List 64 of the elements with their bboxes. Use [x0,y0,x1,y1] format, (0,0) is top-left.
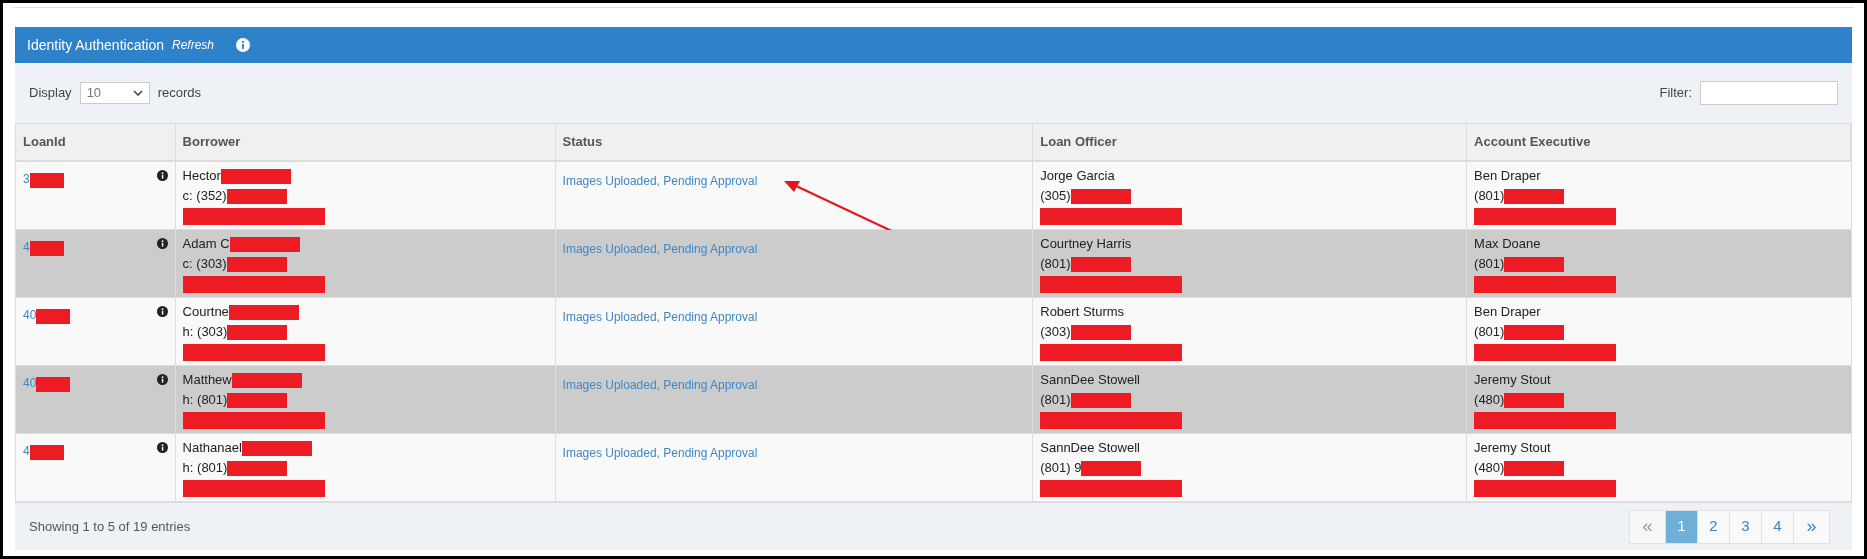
status-link[interactable]: Images Uploaded, Pending Approval [562,378,758,392]
person-name: Adam C [182,235,230,254]
phone-number: (480) [1474,459,1505,478]
loan-id-link[interactable]: 40 [23,306,37,324]
info-icon[interactable] [156,238,168,249]
phone-number: h: (801) [182,391,228,410]
loan-id-link[interactable]: 3 [23,170,30,188]
column-header[interactable]: LoanId [16,124,176,160]
person-name: Max Doane [1474,235,1541,254]
phone-number: (801) [1040,391,1071,410]
records-label: records [157,84,201,103]
phone-number: (480) [1474,391,1505,410]
phone-number: h: (303) [182,323,228,342]
phone-number: (303) [1040,323,1071,342]
info-icon[interactable] [156,306,168,317]
phone-number: (801) 9 [1040,459,1082,478]
column-header[interactable]: Status [555,124,1034,160]
status-link[interactable]: Images Uploaded, Pending Approval [562,310,758,324]
person-name: Ben Draper [1474,303,1541,322]
column-header[interactable]: Account Executive [1467,124,1851,160]
person-name: Courtne [182,303,229,322]
phone-number: (305) [1040,187,1071,206]
phone-number: c: (303) [182,255,227,274]
last-page-button[interactable]: » [1793,509,1830,544]
chevron-down-icon [132,90,143,96]
filter-label: Filter: [1659,84,1692,103]
page-button[interactable]: 2 [1697,509,1730,544]
person-name: Hector [182,167,221,186]
person-name: SannDee Stowell [1040,371,1140,390]
phone-number: c: (352) [182,187,227,206]
page-size-select[interactable]: 10 [79,82,150,104]
person-name: Nathanael [182,439,242,458]
person-name: Matthew [182,371,232,390]
loan-id-link[interactable]: 4 [23,442,30,460]
person-name: Ben Draper [1474,167,1541,186]
phone-number: h: (801) [182,459,228,478]
status-link[interactable]: Images Uploaded, Pending Approval [562,242,758,256]
loan-id-link[interactable]: 40 [23,374,37,392]
person-name: SannDee Stowell [1040,439,1140,458]
info-icon[interactable] [156,374,168,385]
person-name: Jeremy Stout [1474,371,1551,390]
phone-number: (801) [1474,187,1505,206]
status-link[interactable]: Images Uploaded, Pending Approval [562,174,758,188]
page-button[interactable]: 1 [1665,509,1698,544]
person-name: Courtney Harris [1040,235,1132,254]
page-button[interactable]: 4 [1761,509,1794,544]
status-link[interactable]: Images Uploaded, Pending Approval [562,446,758,460]
person-name: Jorge Garcia [1040,167,1115,186]
phone-number: (801) [1474,255,1505,274]
filter-field[interactable] [1700,81,1838,105]
column-header[interactable]: Loan Officer [1033,124,1468,160]
loan-id-link[interactable]: 4 [23,238,30,256]
person-name: Jeremy Stout [1474,439,1551,458]
info-icon[interactable] [156,170,168,181]
column-header[interactable]: Borrower [175,124,556,160]
phone-number: (801) [1040,255,1071,274]
refresh-link[interactable]: Refresh [172,36,215,54]
panel-title: Identity Authentication [27,35,164,55]
page-button[interactable]: 3 [1729,509,1762,544]
person-name: Robert Sturms [1040,303,1125,322]
phone-number: (801) [1474,323,1505,342]
entries-info: Showing 1 to 5 of 19 entries [29,517,191,536]
display-label: Display [29,84,72,103]
info-icon[interactable] [156,442,168,453]
